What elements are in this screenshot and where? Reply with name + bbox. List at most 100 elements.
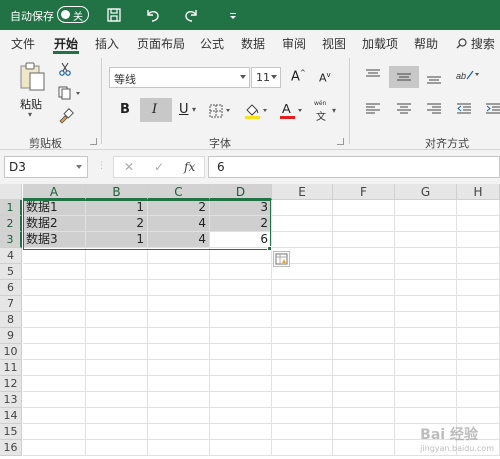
- cell-f2[interactable]: [333, 216, 395, 232]
- cell-g1[interactable]: [395, 200, 457, 216]
- cell-g10[interactable]: [395, 344, 457, 360]
- row-header-6[interactable]: 6: [0, 280, 22, 296]
- align-bottom-icon[interactable]: [426, 71, 442, 88]
- cell-b6[interactable]: [86, 280, 148, 296]
- cell-g3[interactable]: [395, 232, 457, 248]
- cell-b5[interactable]: [86, 264, 148, 280]
- row-header-13[interactable]: 13: [0, 392, 22, 408]
- column-header-h[interactable]: H: [457, 184, 500, 200]
- column-header-b[interactable]: B: [86, 184, 148, 200]
- row-header-5[interactable]: 5: [0, 264, 22, 280]
- cell-g14[interactable]: [395, 408, 457, 424]
- cell-f15[interactable]: [333, 424, 395, 440]
- cell-a9[interactable]: [23, 328, 86, 344]
- font-size-combo[interactable]: 11: [251, 67, 281, 88]
- italic-button[interactable]: I: [152, 102, 157, 117]
- confirm-entry-button[interactable]: ✓: [154, 160, 164, 174]
- font-color-icon[interactable]: A: [279, 101, 305, 123]
- row-header-3[interactable]: 3: [0, 232, 22, 248]
- cell-f8[interactable]: [333, 312, 395, 328]
- cell-f14[interactable]: [333, 408, 395, 424]
- cell-d11[interactable]: [210, 360, 272, 376]
- cell-c10[interactable]: [148, 344, 210, 360]
- cell-e10[interactable]: [272, 344, 333, 360]
- cell-g11[interactable]: [395, 360, 457, 376]
- cell-c8[interactable]: [148, 312, 210, 328]
- cell-a12[interactable]: [23, 376, 86, 392]
- cell-c14[interactable]: [148, 408, 210, 424]
- font-launcher[interactable]: [337, 138, 344, 145]
- cell-f13[interactable]: [333, 392, 395, 408]
- phonetic-dropdown-icon[interactable]: ▾: [332, 106, 336, 115]
- row-header-14[interactable]: 14: [0, 408, 22, 424]
- row-header-2[interactable]: 2: [0, 216, 22, 232]
- cell-a7[interactable]: [23, 296, 86, 312]
- fill-color-icon[interactable]: [244, 102, 270, 123]
- cell-a11[interactable]: [23, 360, 86, 376]
- cell-a13[interactable]: [23, 392, 86, 408]
- cell-e11[interactable]: [272, 360, 333, 376]
- cell-e9[interactable]: [272, 328, 333, 344]
- cell-h8[interactable]: [457, 312, 500, 328]
- tab-formulas[interactable]: 公式: [200, 35, 224, 52]
- row-header-4[interactable]: 4: [0, 248, 22, 264]
- decrease-indent-icon[interactable]: [456, 102, 472, 119]
- cell-h3[interactable]: [457, 232, 500, 248]
- cell-e15[interactable]: [272, 424, 333, 440]
- decrease-font-size-button[interactable]: Av: [319, 71, 331, 85]
- cell-c15[interactable]: [148, 424, 210, 440]
- cell-b4[interactable]: [86, 248, 148, 264]
- clipboard-launcher[interactable]: [90, 138, 97, 145]
- cell-e8[interactable]: [272, 312, 333, 328]
- cell-f9[interactable]: [333, 328, 395, 344]
- cell-e16[interactable]: [272, 440, 333, 456]
- cell-b13[interactable]: [86, 392, 148, 408]
- tab-file[interactable]: 文件: [11, 35, 35, 52]
- paste-icon[interactable]: [17, 60, 47, 95]
- cell-c16[interactable]: [148, 440, 210, 456]
- cell-e6[interactable]: [272, 280, 333, 296]
- cell-c7[interactable]: [148, 296, 210, 312]
- paste-dropdown-icon[interactable]: ▾: [28, 110, 32, 119]
- cell-f1[interactable]: [333, 200, 395, 216]
- cell-e1[interactable]: [272, 200, 333, 216]
- cell-e3[interactable]: [272, 232, 333, 248]
- tab-home[interactable]: 开始: [54, 35, 78, 52]
- cell-a16[interactable]: [23, 440, 86, 456]
- align-right-icon[interactable]: [426, 102, 442, 119]
- cell-g9[interactable]: [395, 328, 457, 344]
- cell-f3[interactable]: [333, 232, 395, 248]
- cell-h11[interactable]: [457, 360, 500, 376]
- customize-toolbar-icon[interactable]: [223, 5, 243, 25]
- increase-indent-icon[interactable]: [485, 102, 500, 119]
- cell-b15[interactable]: [86, 424, 148, 440]
- cell-f7[interactable]: [333, 296, 395, 312]
- cell-f4[interactable]: [333, 248, 395, 264]
- cell-d10[interactable]: [210, 344, 272, 360]
- cell-d14[interactable]: [210, 408, 272, 424]
- cell-h5[interactable]: [457, 264, 500, 280]
- cancel-entry-button[interactable]: ✕: [124, 160, 134, 174]
- format-painter-icon[interactable]: [58, 108, 74, 127]
- cell-h10[interactable]: [457, 344, 500, 360]
- underline-dropdown-icon[interactable]: ▾: [192, 105, 196, 114]
- align-left-icon[interactable]: [365, 102, 381, 119]
- select-all-corner[interactable]: [0, 184, 22, 200]
- cut-icon[interactable]: [58, 62, 72, 79]
- cell-f11[interactable]: [333, 360, 395, 376]
- name-box[interactable]: D3: [4, 156, 88, 178]
- cell-f5[interactable]: [333, 264, 395, 280]
- cell-f12[interactable]: [333, 376, 395, 392]
- cell-e2[interactable]: [272, 216, 333, 232]
- cell-g5[interactable]: [395, 264, 457, 280]
- cell-c5[interactable]: [148, 264, 210, 280]
- cell-d15[interactable]: [210, 424, 272, 440]
- cell-a10[interactable]: [23, 344, 86, 360]
- column-header-e[interactable]: E: [272, 184, 333, 200]
- cell-b11[interactable]: [86, 360, 148, 376]
- cell-h2[interactable]: [457, 216, 500, 232]
- tab-help[interactable]: 帮助: [414, 35, 438, 52]
- bold-button[interactable]: B: [120, 102, 130, 117]
- cell-f6[interactable]: [333, 280, 395, 296]
- cell-d16[interactable]: [210, 440, 272, 456]
